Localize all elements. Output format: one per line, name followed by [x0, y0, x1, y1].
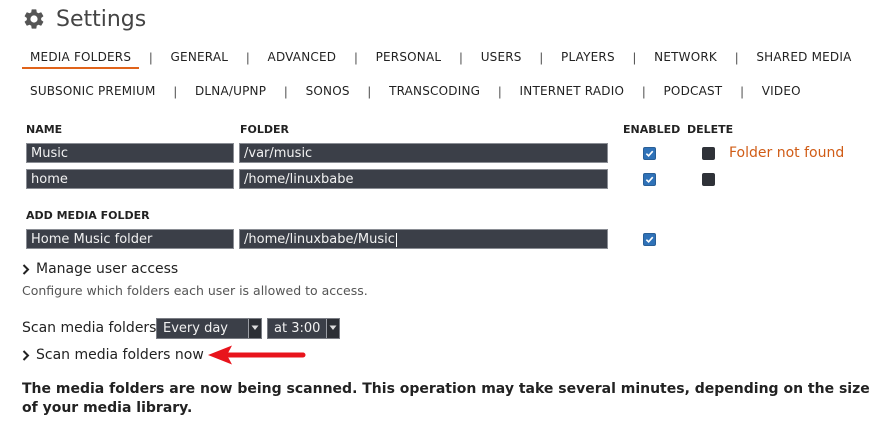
new-folder-path-input[interactable]: /home/linuxbabe/Music — [239, 229, 608, 249]
page-header: Settings — [22, 4, 146, 34]
manage-user-access-label: Manage user access — [36, 261, 179, 277]
tab-media-folders[interactable]: MEDIA FOLDERS — [22, 50, 140, 69]
tab-separator: | — [740, 83, 744, 99]
tab-shared-media[interactable]: SHARED MEDIA — [748, 50, 859, 64]
scan-status-message: The media folders are now being scanned.… — [22, 381, 870, 416]
red-arrow-annotation-icon — [208, 345, 306, 365]
tab-sonos[interactable]: SONOS — [298, 84, 358, 98]
tab-separator: | — [246, 49, 250, 65]
tab-separator: | — [459, 49, 463, 65]
manage-user-access-description: Configure which folders each user is all… — [22, 283, 368, 298]
tab-advanced[interactable]: ADVANCED — [260, 50, 345, 64]
add-media-folder-heading: ADD MEDIA FOLDER — [26, 209, 150, 222]
tab-dlna-upnp[interactable]: DLNA/UPNP — [187, 84, 274, 98]
scan-interval-value: Every day — [163, 321, 228, 336]
column-header-folder: FOLDER — [240, 123, 289, 136]
tab-subsonic-premium[interactable]: SUBSONIC PREMIUM — [22, 84, 164, 98]
tab-general[interactable]: GENERAL — [163, 50, 237, 64]
chevron-down-icon — [329, 325, 337, 330]
folder-path-input[interactable]: /var/music — [239, 143, 608, 163]
tab-separator: | — [354, 49, 358, 65]
chevron-down-icon — [251, 325, 259, 330]
text-cursor — [395, 232, 397, 247]
column-header-enabled: ENABLED — [623, 123, 681, 136]
page-title: Settings — [56, 6, 147, 32]
tab-separator: | — [173, 83, 177, 99]
tab-separator: | — [632, 49, 637, 65]
tab-separator: | — [642, 83, 646, 99]
folder-not-found-warning: Folder not found — [729, 145, 845, 161]
enabled-checkbox[interactable] — [643, 147, 656, 160]
scan-media-folders-now-link[interactable]: Scan media folders now — [22, 347, 204, 363]
tab-users[interactable]: USERS — [473, 50, 530, 64]
chevron-right-icon — [22, 349, 30, 361]
tab-personal[interactable]: PERSONAL — [368, 50, 450, 64]
tab-bar-primary: MEDIA FOLDERS | GENERAL | ADVANCED | PER… — [22, 46, 860, 69]
gear-icon — [22, 7, 46, 31]
manage-user-access-link[interactable]: Manage user access — [22, 261, 178, 277]
tab-separator: | — [149, 49, 153, 65]
tab-network[interactable]: NETWORK — [646, 50, 725, 64]
tab-transcoding[interactable]: TRANSCODING — [381, 84, 488, 98]
check-icon — [645, 176, 654, 184]
tab-separator: | — [498, 83, 502, 99]
tab-podcast[interactable]: PODCAST — [655, 84, 730, 98]
tab-separator: | — [539, 49, 544, 65]
scan-media-folders-label: Scan media folders — [22, 320, 157, 336]
tab-separator: | — [734, 49, 739, 65]
tab-players[interactable]: PLAYERS — [553, 50, 623, 64]
folder-name-input[interactable]: home — [26, 169, 234, 189]
tab-internet-radio[interactable]: INTERNET RADIO — [512, 84, 633, 98]
new-folder-path-value: /home/linuxbabe/Music — [244, 232, 395, 247]
column-header-delete: DELETE — [687, 123, 734, 136]
tab-video[interactable]: VIDEO — [754, 84, 809, 98]
scan-media-folders-now-label: Scan media folders now — [36, 347, 204, 363]
new-folder-name-input[interactable]: Home Music folder — [26, 229, 234, 249]
chevron-right-icon — [22, 263, 30, 275]
new-folder-enabled-checkbox[interactable] — [643, 233, 656, 246]
delete-checkbox[interactable] — [702, 173, 715, 186]
folder-path-input[interactable]: /home/linuxbabe — [239, 169, 608, 189]
delete-checkbox[interactable] — [702, 147, 715, 160]
tab-separator: | — [284, 83, 288, 99]
check-icon — [645, 236, 654, 244]
tab-separator: | — [367, 83, 372, 99]
scan-interval-select[interactable]: Every day — [156, 318, 262, 339]
folder-name-input[interactable]: Music — [26, 143, 234, 163]
tab-bar-secondary: SUBSONIC PREMIUM | DLNA/UPNP | SONOS | T… — [22, 80, 809, 102]
column-header-name: NAME — [26, 123, 63, 136]
scan-time-value: at 3:00 — [274, 321, 321, 336]
check-icon — [645, 150, 654, 158]
enabled-checkbox[interactable] — [643, 173, 656, 186]
scan-time-select[interactable]: at 3:00 — [267, 318, 340, 339]
